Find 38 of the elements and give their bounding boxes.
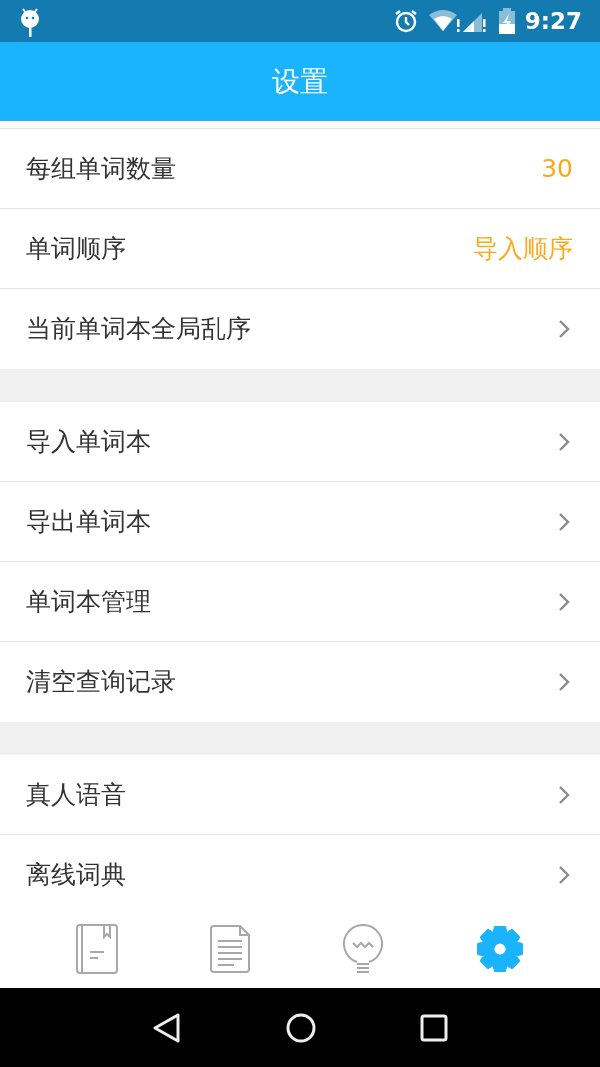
row-label: 导出单词本	[26, 505, 152, 538]
settings-row[interactable]: 每组单词数量 30	[0, 129, 600, 209]
chevron-icon	[558, 319, 570, 339]
settings-row[interactable]: 导出单词本	[0, 482, 600, 562]
chevron-icon	[558, 431, 570, 452]
row-label: 导入单词本	[26, 425, 152, 458]
status-time: 9:27	[524, 6, 582, 36]
back-icon[interactable]	[152, 1011, 182, 1044]
battery-icon	[498, 8, 515, 34]
row-label: 清空查询记录	[26, 666, 177, 699]
row-value: 导入顺序	[473, 232, 573, 265]
document-icon[interactable]	[210, 925, 250, 973]
book-icon[interactable]	[76, 924, 118, 974]
chevron-icon	[558, 591, 570, 612]
home-icon[interactable]	[286, 1012, 316, 1043]
row-label: 单词本管理	[26, 585, 152, 618]
lightbulb-icon[interactable]	[342, 924, 384, 974]
settings-icon[interactable]	[476, 925, 524, 973]
settings-row[interactable]: 导入单词本	[0, 402, 600, 482]
settings-row[interactable]: 单词本管理	[0, 562, 600, 642]
settings-row[interactable]: 单词顺序 导入顺序	[0, 209, 600, 289]
settings-row[interactable]: 真人语音	[0, 755, 600, 835]
row-label: 离线词典	[26, 859, 127, 892]
page-title: 设置	[272, 63, 328, 100]
settings-row[interactable]: 离线词典	[0, 835, 600, 910]
row-label: 真人语音	[26, 778, 127, 811]
row-label: 当前单词本全局乱序	[26, 313, 252, 346]
row-value: 30	[541, 152, 573, 185]
settings-row[interactable]: 当前单词本全局乱序	[0, 289, 600, 369]
row-label: 每组单词数量	[26, 152, 177, 185]
settings-row[interactable]: 清空查询记录	[0, 642, 600, 722]
chevron-icon	[558, 511, 570, 532]
wifi-icon	[428, 9, 461, 33]
chevron-icon	[558, 672, 570, 692]
chevron-icon	[558, 865, 570, 885]
chevron-icon	[558, 784, 570, 805]
recents-icon[interactable]	[420, 1013, 448, 1042]
row-label: 单词顺序	[26, 232, 127, 265]
